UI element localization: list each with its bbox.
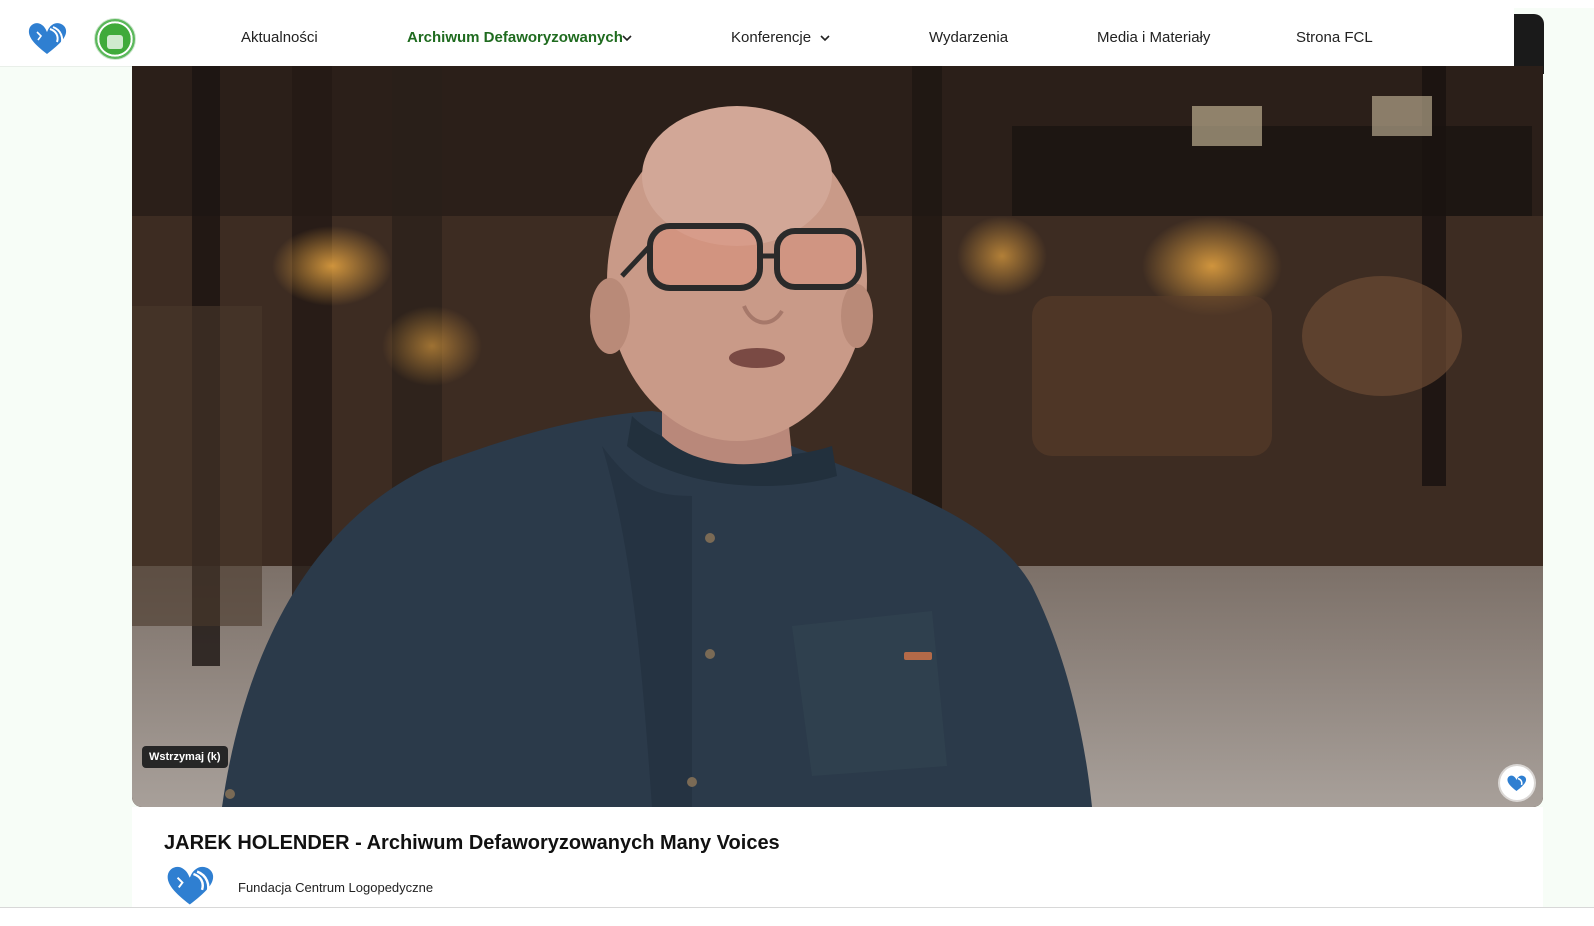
channel-name[interactable]: Fundacja Centrum Logopedyczne: [238, 880, 433, 895]
top-strip: [0, 0, 1594, 8]
chevron-down-icon[interactable]: [819, 32, 831, 44]
bottom-edge: [0, 907, 1594, 926]
video-frame: [132, 66, 1543, 807]
nav-konferencje[interactable]: Konferencje: [731, 28, 811, 48]
heart-face-logo-icon[interactable]: [26, 20, 70, 56]
site-header: Aktualności Archiwum Defaworyzowanych Ko…: [0, 8, 1514, 67]
nav-archiwum-defaworyzowanych[interactable]: Archiwum Defaworyzowanych: [407, 28, 623, 48]
heart-face-logo-icon[interactable]: [163, 863, 219, 907]
pause-tooltip: Wstrzymaj (k): [142, 746, 228, 768]
video-player[interactable]: [132, 66, 1543, 807]
video-player-corner: [1514, 14, 1544, 74]
green-round-badge-icon[interactable]: [94, 18, 136, 60]
nav-aktualnosci[interactable]: Aktualności: [241, 28, 318, 48]
nav-wydarzenia[interactable]: Wydarzenia: [929, 28, 1008, 48]
nav-media-i-materialy[interactable]: Media i Materiały: [1097, 28, 1210, 48]
video-title: JAREK HOLENDER - Archiwum Defaworyzowany…: [164, 832, 780, 854]
nav-strona-fcl[interactable]: Strona FCL: [1296, 28, 1373, 48]
chevron-down-icon[interactable]: [621, 32, 633, 44]
heart-face-logo-icon[interactable]: [1500, 766, 1534, 800]
